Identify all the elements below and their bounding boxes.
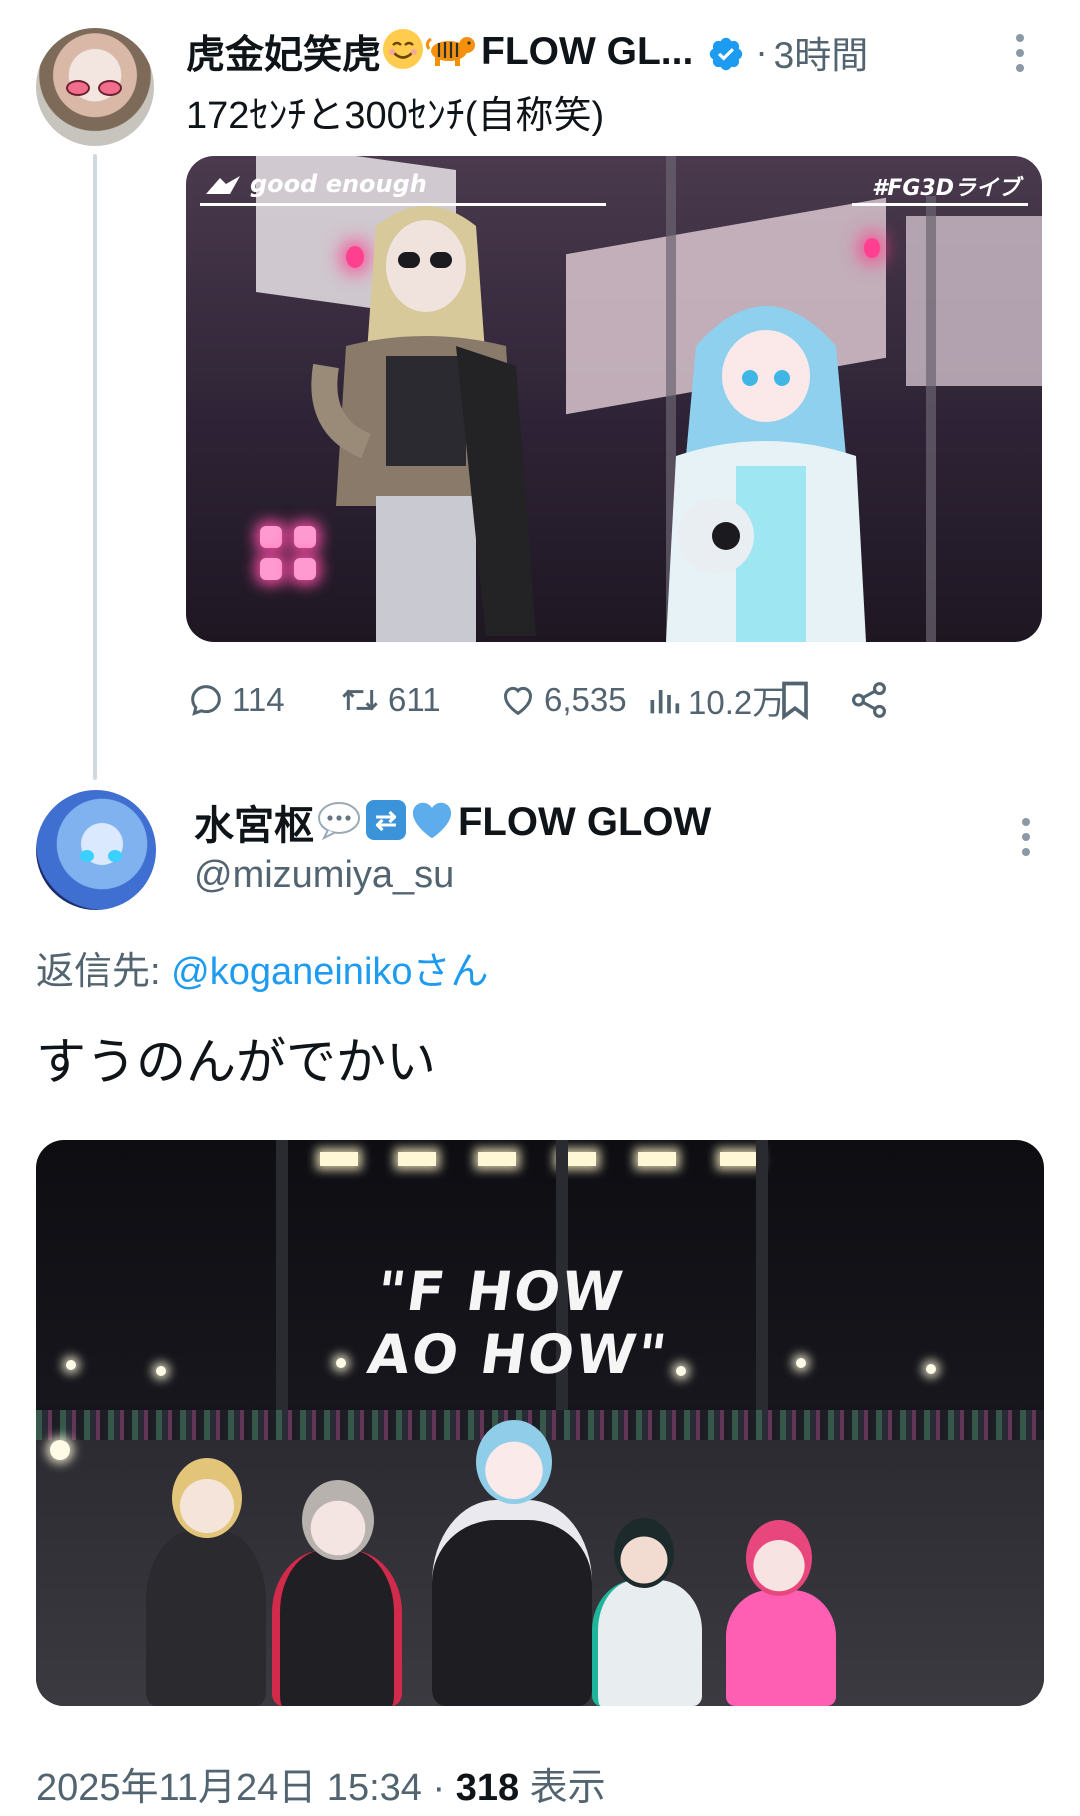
- ceiling-light: [638, 1152, 676, 1166]
- bookmark-icon: [782, 681, 808, 721]
- analytics-bar-icon: [650, 690, 680, 714]
- thread-connector-line: [93, 154, 97, 780]
- reply-timestamp[interactable]: 2025年11月24日 15:34: [36, 1767, 422, 1809]
- stage-spotlight: [926, 1364, 936, 1374]
- stage-screen-logo: "F HOW AO HOW": [363, 1260, 673, 1386]
- meta-separator: ·: [421, 1767, 456, 1809]
- performer-silver-red-head: [302, 1480, 374, 1560]
- reply-icon: [191, 685, 221, 716]
- reply-action[interactable]: 114: [186, 672, 285, 728]
- more-options-icon[interactable]: [1014, 34, 1026, 72]
- speech-bubble-emoji-icon: [316, 800, 362, 841]
- performer-silver-red: [272, 1550, 402, 1706]
- stage-spotlight: [66, 1360, 76, 1370]
- retweet-icon: [342, 689, 378, 711]
- reply-tweet-text: すうのんがでかい: [36, 1034, 436, 1090]
- parent-tweet-header: 虎金妃笑虎 FLOW GL... · 3時間: [186, 24, 868, 80]
- like-action[interactable]: 6,535: [498, 672, 627, 728]
- share-action[interactable]: [848, 672, 896, 728]
- reply-count: 114: [232, 681, 285, 718]
- parent-author-name-suffix[interactable]: FLOW GL...: [481, 30, 693, 74]
- reply-tweet-image[interactable]: "F HOW AO HOW": [36, 1140, 1044, 1706]
- reply-tweet-meta: 2025年11月24日 15:34 · 318 表示: [36, 1756, 606, 1811]
- reply-author-handle[interactable]: @mizumiya_su: [194, 854, 454, 897]
- parent-author-name[interactable]: 虎金妃笑虎: [186, 24, 381, 80]
- views-action[interactable]: 10.2万: [646, 672, 785, 728]
- performer-pink-head: [746, 1520, 812, 1596]
- ceiling-light: [398, 1152, 436, 1166]
- bookmark-action[interactable]: [776, 672, 820, 728]
- retweet-count: 611: [388, 681, 441, 718]
- reply-author-name-row: 水宮枢 ⇄ FLOW GLOW: [194, 794, 711, 850]
- ceiling-light: [720, 1152, 758, 1166]
- stage-light: [864, 238, 880, 258]
- replying-to-mention-link[interactable]: @koganeinikoさん: [171, 951, 488, 993]
- banner-right-text: #FG3Dライブ: [872, 176, 1020, 201]
- banner-left-text: good enough: [250, 170, 427, 198]
- stage-spotlight: [336, 1358, 346, 1368]
- tiger-emoji-icon: [425, 31, 477, 67]
- reply-author-name-suffix[interactable]: FLOW GLOW: [458, 800, 711, 845]
- stage-truss: [276, 1140, 288, 1440]
- stage-spotlight: [50, 1440, 70, 1460]
- stage-truss: [756, 1140, 768, 1440]
- parent-tweet-image[interactable]: good enough #FG3Dライブ: [186, 156, 1042, 642]
- blue-heart-emoji-icon: [410, 800, 454, 840]
- performer-blonde-avatar: [306, 196, 546, 642]
- performer-teal-white: [592, 1580, 702, 1706]
- performer-pink: [726, 1590, 836, 1706]
- parent-tweet-time[interactable]: 3時間: [774, 25, 869, 79]
- stage-spotlight: [156, 1366, 166, 1376]
- performer-center-blue-head: [476, 1420, 552, 1504]
- stage-spotlight: [796, 1358, 806, 1368]
- tweet-action-bar: 114 611 6,535 10.2万: [186, 672, 1042, 728]
- retweet-action[interactable]: 611: [338, 672, 441, 728]
- heart-icon: [503, 686, 533, 716]
- avatar-eye: [80, 850, 94, 862]
- parent-tweet-text: 172ｾﾝﾁと300ｾﾝﾁ(自称笑): [186, 95, 605, 137]
- avatar-eye: [108, 850, 122, 862]
- more-options-icon[interactable]: [1020, 818, 1032, 856]
- repeat-emoji-icon: ⇄: [366, 800, 406, 840]
- hashtag-banner: #FG3Dライブ: [852, 168, 1028, 206]
- replying-to-label: 返信先:: [36, 951, 172, 993]
- reply-author-avatar[interactable]: [36, 790, 156, 910]
- verified-badge-icon: [707, 35, 745, 73]
- view-count: 10.2万: [688, 684, 786, 721]
- reply-author-name[interactable]: 水宮枢: [194, 793, 314, 851]
- avatar-glasses: [66, 80, 124, 96]
- ceiling-light: [320, 1152, 358, 1166]
- performer-blue-hair-avatar: [656, 286, 876, 642]
- stage-spotlight: [676, 1366, 686, 1376]
- like-count: 6,535: [544, 681, 627, 718]
- performer-teal-white-head: [614, 1518, 674, 1588]
- ceiling-light: [478, 1152, 516, 1166]
- stage-truss: [926, 196, 936, 642]
- video-title-banner: good enough: [200, 168, 606, 206]
- parent-author-avatar[interactable]: [36, 28, 154, 146]
- smiling-face-emoji-icon: [383, 29, 424, 69]
- share-icon: [852, 682, 886, 718]
- reply-view-count: 318: [455, 1767, 520, 1809]
- performer-center-blue: [432, 1500, 592, 1706]
- performer-blonde: [146, 1530, 266, 1706]
- header-separator: ·: [755, 31, 768, 72]
- performer-blonde-head: [172, 1458, 242, 1538]
- reply-view-label: 表示: [519, 1767, 606, 1809]
- replying-to-line: 返信先: @koganeinikoさん: [36, 940, 489, 995]
